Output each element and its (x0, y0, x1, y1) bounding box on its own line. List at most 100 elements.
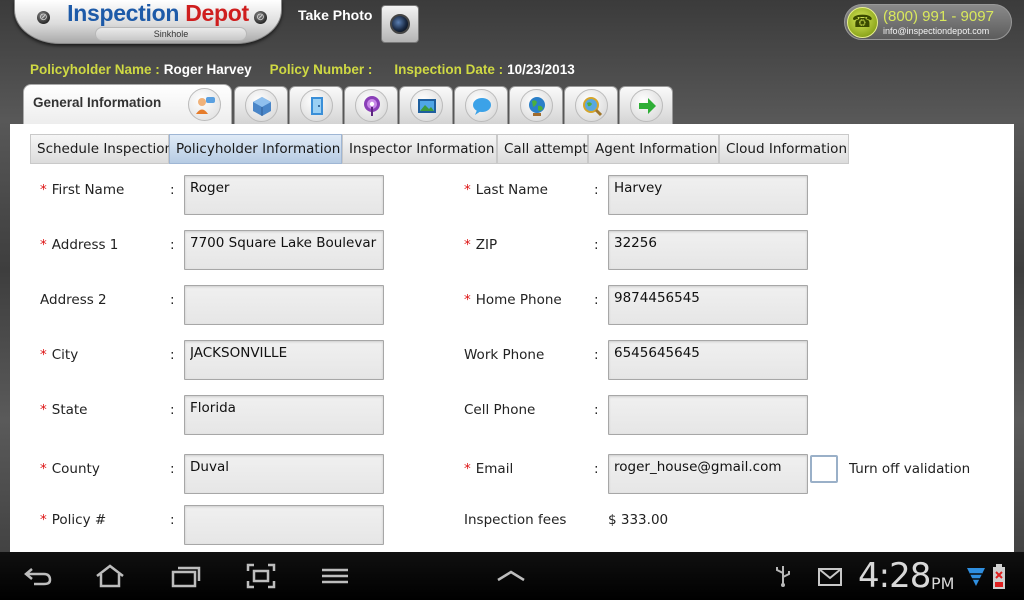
subtab-inspector-information[interactable]: Inspector Information (342, 134, 497, 164)
city-input[interactable] (184, 340, 384, 380)
tab-next[interactable] (619, 86, 673, 124)
county-input[interactable] (184, 454, 384, 494)
zip-input[interactable] (608, 230, 808, 270)
subtab-cloud-information[interactable]: Cloud Information (719, 134, 849, 164)
tab-general-information[interactable]: General Information (23, 84, 232, 124)
home-phone-input[interactable] (608, 285, 808, 325)
required-mark: * (464, 292, 471, 308)
logo-title: Inspection Depot (53, 0, 263, 27)
podcast-icon (355, 89, 388, 122)
policyholder-panel: Schedule Inspection Policyholder Informa… (10, 124, 1014, 552)
tab-globe[interactable] (509, 86, 563, 124)
tab-podcast[interactable] (344, 86, 398, 124)
recent-apps-icon (171, 566, 201, 588)
subtab-policyholder-information[interactable]: Policyholder Information (169, 134, 342, 164)
back-button[interactable] (22, 562, 54, 590)
required-mark: * (464, 237, 471, 253)
globe-icon (520, 89, 553, 122)
address1-input[interactable] (184, 230, 384, 270)
logo-subtitle: Sinkhole (95, 27, 247, 41)
tab-comments[interactable] (454, 86, 508, 124)
screenshot-button[interactable] (245, 562, 277, 590)
colon: : (170, 237, 175, 253)
chevron-up-icon (497, 570, 525, 582)
email-label: * Email (464, 461, 514, 477)
logo-word-inspection: Inspection (67, 0, 180, 26)
home-icon (96, 564, 124, 588)
inspection-date-value: 10/23/2013 (507, 62, 575, 77)
required-mark: * (40, 182, 47, 198)
required-mark: * (40, 402, 47, 418)
subtab-schedule-inspection[interactable]: Schedule Inspection (30, 134, 173, 164)
policy-no-label: * Policy # (40, 512, 107, 528)
photo-icon (410, 89, 443, 122)
system-nav-bar: 4:28 PM (0, 552, 1024, 600)
app-logo: ⊘ ⊘ Inspection Depot Sinkhole (14, 0, 282, 44)
tab-door[interactable] (289, 86, 343, 124)
state-input[interactable] (184, 395, 384, 435)
zip-label: * ZIP (464, 237, 498, 253)
policyholder-label: Policyholder Name : (30, 62, 160, 77)
menu-button[interactable] (319, 562, 351, 590)
email-input[interactable] (608, 454, 808, 494)
tab-photos[interactable] (399, 86, 453, 124)
take-photo-button[interactable] (381, 5, 419, 43)
required-mark: * (40, 347, 47, 363)
last-name-input[interactable] (608, 175, 808, 215)
turn-off-validation-checkbox[interactable] (810, 455, 838, 483)
required-mark: * (40, 461, 47, 477)
first-name-label: * First Name (40, 182, 125, 198)
policy-number-label: Policy Number : (269, 62, 373, 77)
wifi-signal-icon (966, 566, 986, 588)
policy-no-input[interactable] (184, 505, 384, 545)
work-phone-label: Work Phone (464, 347, 545, 363)
colon: : (170, 182, 175, 198)
work-phone-input[interactable] (608, 340, 808, 380)
building-cube-icon (245, 89, 278, 122)
screenshot-icon (246, 563, 276, 589)
colon: : (594, 461, 599, 477)
usb-icon (772, 564, 794, 588)
colon: : (170, 402, 175, 418)
colon: : (594, 402, 599, 418)
status-ampm: PM (931, 574, 955, 593)
required-mark: * (40, 237, 47, 253)
inspection-fees-value: $ 333.00 (608, 512, 669, 528)
cell-phone-input[interactable] (608, 395, 808, 435)
phone-number: (800) 991 - 9097 (883, 8, 994, 25)
colon: : (170, 512, 175, 528)
back-icon (24, 568, 52, 586)
door-icon (300, 89, 333, 122)
address2-input[interactable] (184, 285, 384, 325)
tab-search-map[interactable] (564, 86, 618, 124)
speech-bubble-icon (465, 89, 498, 122)
tab-building[interactable] (234, 86, 288, 124)
subtab-agent-information[interactable]: Agent Information (588, 134, 719, 164)
inspection-date-label: Inspection Date : (394, 62, 504, 77)
person-chat-icon (188, 88, 221, 121)
notifications-up-button[interactable] (495, 562, 527, 590)
contact-box[interactable]: ☎ (800) 991 - 9097 info@inspectiondepot.… (844, 4, 1012, 40)
first-name-input[interactable] (184, 175, 384, 215)
colon: : (594, 292, 599, 308)
subtab-call-attempt[interactable]: Call attempt (497, 134, 588, 164)
contact-email: info@inspectiondepot.com (883, 26, 990, 36)
colon: : (594, 347, 599, 363)
recent-apps-button[interactable] (170, 562, 202, 590)
address2-label: Address 2 (40, 292, 107, 308)
city-label: * City (40, 347, 79, 363)
status-clock: 4:28 (858, 556, 931, 596)
inspection-fees-label: Inspection fees (464, 512, 567, 528)
map-search-icon (575, 89, 608, 122)
state-label: * State (40, 402, 88, 418)
last-name-label: * Last Name (464, 182, 548, 198)
phone-icon: ☎ (847, 7, 878, 38)
home-phone-label: * Home Phone (464, 292, 562, 308)
colon: : (170, 461, 175, 477)
turn-off-validation-label: Turn off validation (849, 461, 971, 477)
address1-label: * Address 1 (40, 237, 119, 253)
home-button[interactable] (94, 562, 126, 590)
tab-general-information-label: General Information (33, 95, 162, 110)
arrow-right-icon (630, 89, 663, 122)
colon: : (170, 347, 175, 363)
